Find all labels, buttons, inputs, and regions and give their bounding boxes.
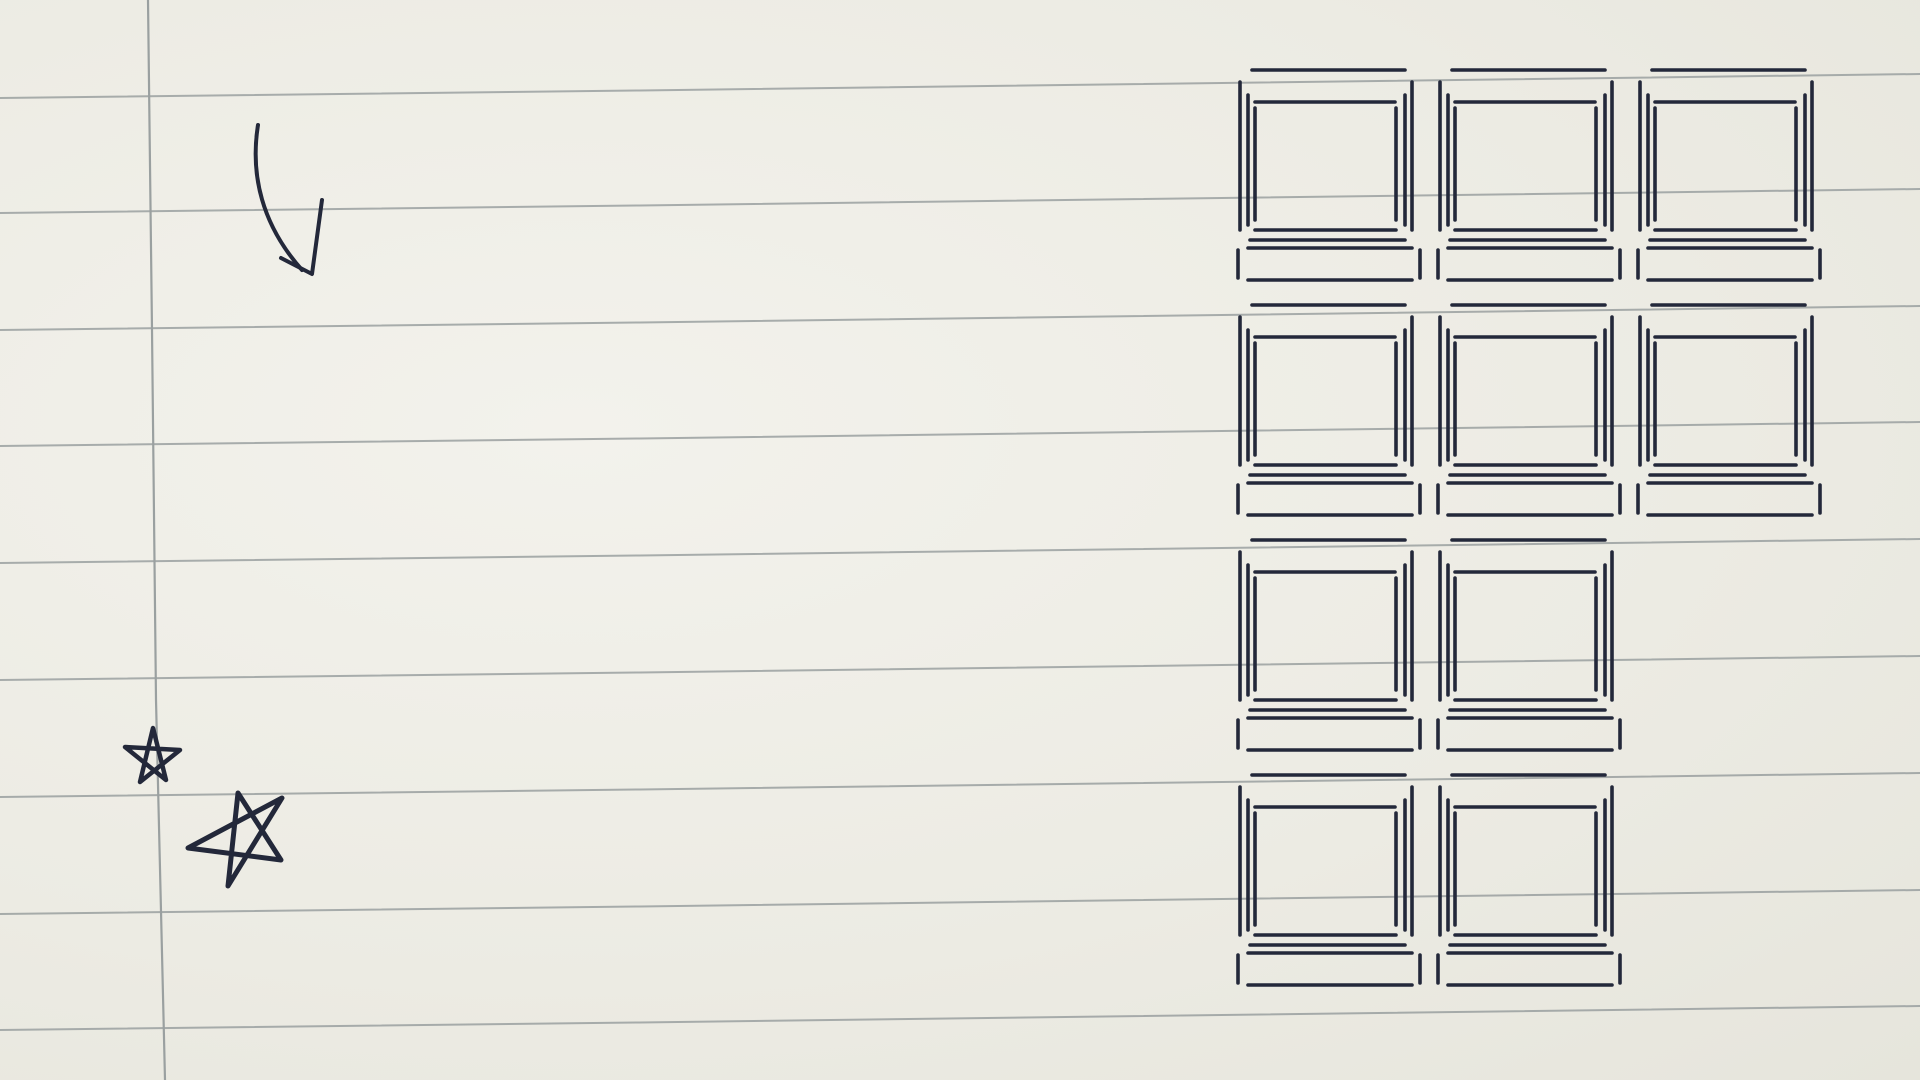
ruled-line [0, 655, 1920, 681]
notebook-page [0, 0, 1920, 1080]
window-pane-grid [1236, 68, 1822, 987]
small-star-icon [122, 725, 183, 785]
curved-arrow-icon [253, 123, 324, 276]
ruled-line [0, 1005, 1920, 1031]
ruled-line [0, 772, 1920, 798]
ruled-line [0, 889, 1920, 915]
window-pane [1436, 303, 1622, 517]
window-pane [1436, 68, 1622, 282]
window-pane [1236, 773, 1422, 987]
window-pane [1636, 68, 1822, 282]
margin-line [146, 0, 167, 1080]
window-pane [1236, 538, 1422, 752]
window-pane [1436, 538, 1622, 752]
window-pane [1436, 773, 1622, 987]
window-pane [1636, 303, 1822, 517]
notebook-sketch [0, 0, 1920, 1080]
ruled-line [0, 421, 1920, 447]
large-star-icon [185, 790, 285, 889]
ruled-line [0, 188, 1920, 214]
ruled-line [0, 73, 1920, 99]
window-pane [1236, 303, 1422, 517]
ruled-line [0, 305, 1920, 331]
ruled-line [0, 538, 1920, 564]
ruled-lines [0, 73, 1920, 1031]
window-pane [1236, 68, 1422, 282]
